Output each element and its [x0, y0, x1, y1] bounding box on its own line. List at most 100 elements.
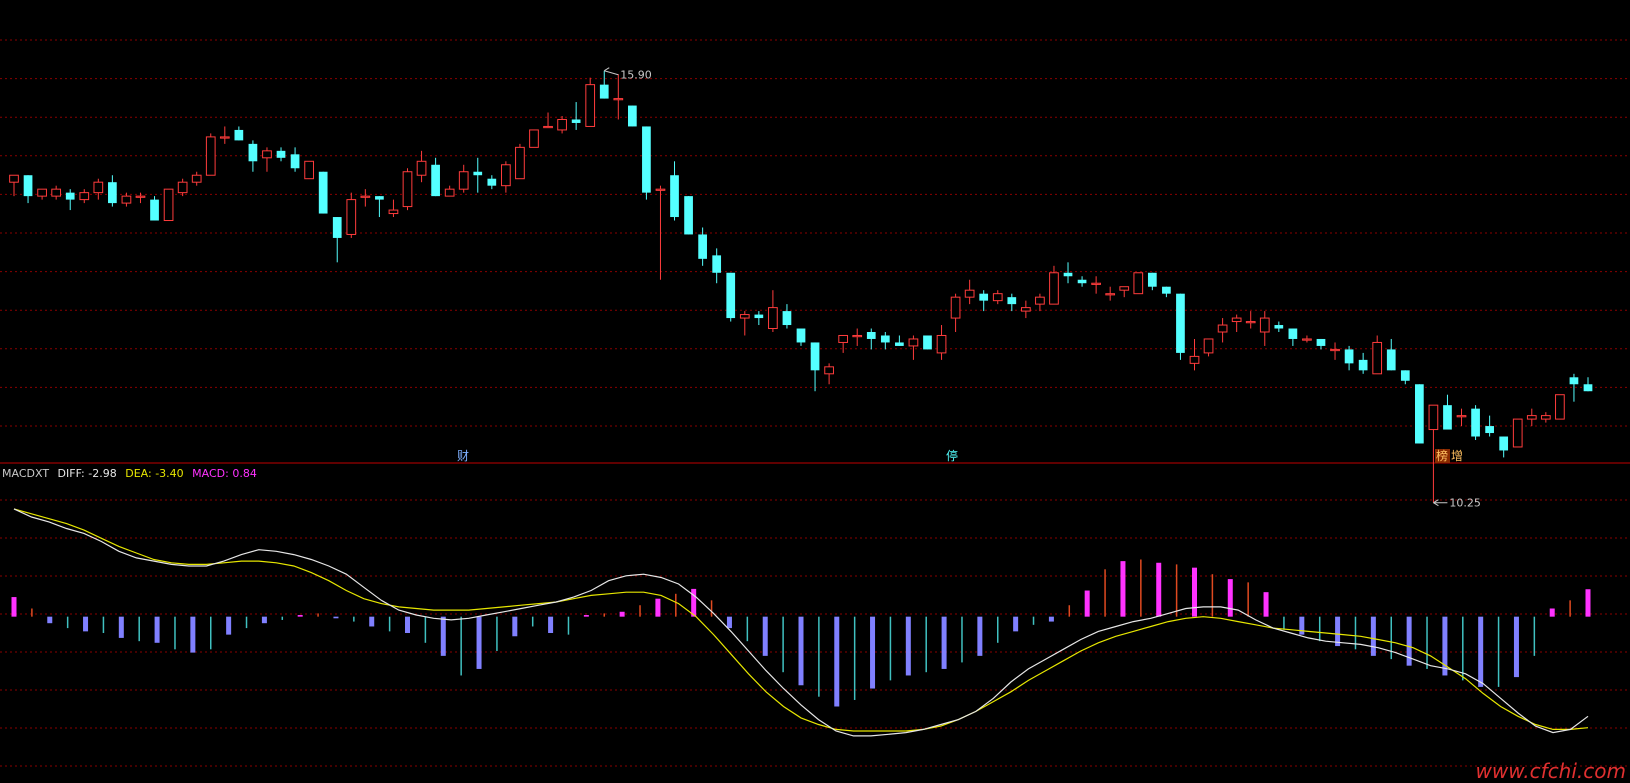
macd-bar	[997, 616, 999, 643]
macd-bar	[138, 616, 140, 642]
candle-body	[670, 175, 679, 218]
macd-bar	[961, 616, 963, 663]
macd-bar	[710, 600, 713, 617]
candle-body	[375, 196, 384, 200]
macd-bar	[619, 611, 625, 617]
macd-bar	[567, 616, 570, 635]
candle[interactable]	[529, 129, 539, 148]
candle-body	[1344, 349, 1354, 364]
candle-body	[1077, 279, 1087, 284]
macd-bar	[154, 616, 160, 643]
candle-body	[234, 129, 244, 141]
candle-body	[487, 178, 497, 186]
candle-body	[1302, 338, 1312, 341]
candle[interactable]	[642, 126, 651, 200]
event-marker-zeng[interactable]: 增	[1451, 449, 1463, 463]
macd-bar	[1585, 589, 1591, 617]
dea-value-label: DEA: -3.40	[125, 467, 183, 480]
candle-body	[93, 181, 104, 194]
macd-bar	[1533, 616, 1536, 656]
candle-body	[501, 164, 511, 187]
candle-body	[628, 105, 637, 127]
candle[interactable]	[1555, 394, 1565, 420]
candle[interactable]	[304, 160, 314, 180]
event-marker-bang[interactable]: 榜	[1436, 448, 1448, 463]
candle[interactable]	[726, 272, 736, 322]
candle-body	[1358, 359, 1368, 371]
candle-body	[895, 342, 904, 346]
candle-body	[1386, 349, 1396, 371]
candle-body	[121, 195, 132, 204]
macd-bar	[226, 616, 232, 635]
candle-body	[1443, 405, 1452, 430]
macd-bar	[798, 616, 804, 686]
macd-bar	[1140, 559, 1142, 617]
candle-body	[1540, 415, 1551, 420]
candle-body	[388, 209, 399, 215]
candle-body	[810, 342, 820, 371]
candle-body	[726, 272, 736, 319]
candle-body	[473, 171, 483, 176]
candle-body	[458, 171, 469, 190]
candle[interactable]	[628, 105, 637, 127]
candle[interactable]	[346, 192, 357, 238]
macd-bar	[853, 616, 856, 700]
candle-body	[1035, 296, 1045, 305]
candle-body	[768, 307, 778, 330]
candle-body	[290, 154, 300, 169]
candle[interactable]	[515, 143, 525, 180]
candle[interactable]	[1415, 384, 1424, 444]
candle[interactable]	[1176, 293, 1185, 360]
macd-bar	[1370, 616, 1376, 656]
macd-bar	[1247, 582, 1249, 617]
candle[interactable]	[402, 168, 413, 211]
candle-body	[332, 217, 342, 238]
candle-body	[1485, 426, 1494, 434]
candle-body	[1400, 370, 1410, 381]
candle-body	[1162, 286, 1171, 294]
candle-body	[1428, 404, 1439, 431]
macd-bar	[424, 616, 427, 643]
candle[interactable]	[1512, 418, 1523, 448]
candle[interactable]	[585, 77, 596, 127]
macd-bar	[1390, 616, 1392, 660]
low-price-label: 10.25	[1449, 497, 1481, 510]
macd-bar	[281, 616, 284, 620]
candle-body	[1091, 282, 1101, 285]
diff-value-label: DIFF: -2.98	[58, 467, 117, 480]
candle[interactable]	[1133, 272, 1144, 295]
macd-bar	[1032, 616, 1035, 625]
candle-body	[950, 296, 961, 319]
macd-bar	[548, 616, 554, 633]
macd-bar	[1299, 616, 1305, 635]
macd-bar	[1283, 616, 1285, 630]
candle-body	[782, 311, 792, 326]
candle-body	[1063, 272, 1073, 277]
candle[interactable]	[205, 133, 216, 176]
candle[interactable]	[684, 196, 693, 235]
candle[interactable]	[163, 188, 174, 222]
candle-body	[444, 188, 455, 197]
macd-bar	[190, 616, 196, 653]
candle[interactable]	[318, 171, 328, 214]
macd-bar	[762, 616, 768, 656]
candle-body	[936, 334, 947, 354]
macd-bar	[405, 616, 410, 633]
macd-bar	[726, 616, 732, 629]
event-marker-cai[interactable]: 财	[457, 449, 469, 463]
candle-body	[346, 199, 357, 235]
candle[interactable]	[150, 196, 159, 221]
candle-body	[1526, 415, 1537, 420]
candle[interactable]	[1471, 405, 1480, 440]
macd-bar	[333, 616, 339, 619]
candle-body	[684, 196, 693, 235]
candle-body	[1330, 348, 1340, 352]
candle[interactable]	[923, 335, 932, 350]
candle-body	[1259, 317, 1270, 333]
macd-bar	[818, 616, 820, 697]
candle-body	[754, 314, 764, 319]
candle-body	[1316, 338, 1326, 346]
event-marker-ting[interactable]: 停	[946, 448, 958, 463]
candle-body	[880, 335, 890, 343]
macd-bar	[1227, 579, 1233, 617]
